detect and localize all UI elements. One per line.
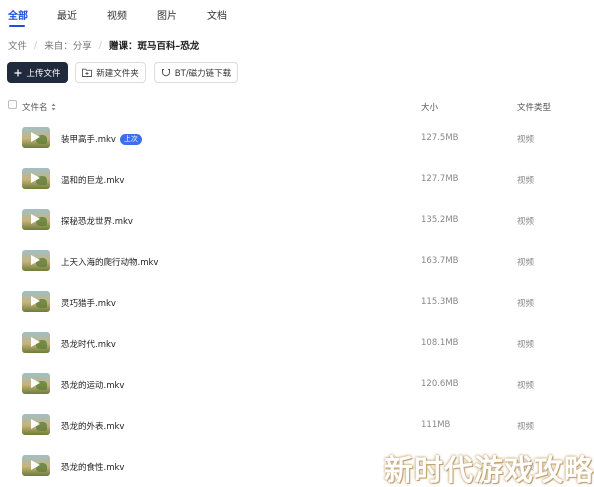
tab-all[interactable]: 全部 xyxy=(8,7,28,22)
file-size: 108.1MB xyxy=(421,338,459,348)
file-size: 111MB xyxy=(421,420,451,430)
play-icon xyxy=(31,378,40,388)
table-row[interactable]: 恐龙的运动.mkv 120.6MB 视频 xyxy=(0,364,594,404)
file-name-text: 恐龙的外表.mkv xyxy=(61,422,125,432)
file-name-text: 装甲高手.mkv xyxy=(61,135,116,145)
file-name[interactable]: 恐龙的食性.mkv xyxy=(61,461,124,473)
file-size: 127.7MB xyxy=(421,174,459,184)
file-name[interactable]: 装甲高手.mkv 上次 xyxy=(61,133,142,145)
column-header-size[interactable]: 大小 xyxy=(421,101,438,113)
file-type: 视频 xyxy=(517,422,535,432)
file-type: 视频 xyxy=(517,258,535,268)
file-type: 视频 xyxy=(517,135,535,145)
tab-image[interactable]: 图片 xyxy=(157,7,177,22)
file-size: 120.6MB xyxy=(421,379,459,389)
file-name-text: 恐龙时代.mkv xyxy=(61,340,116,350)
file-size: 163.7MB xyxy=(421,256,459,266)
video-thumbnail[interactable] xyxy=(22,455,50,476)
upload-button-label: 上传文件 xyxy=(26,68,61,79)
file-name-text: 恐龙的运动.mkv xyxy=(61,381,125,391)
magnet-icon xyxy=(161,68,171,77)
file-name[interactable]: 灵巧猎手.mkv xyxy=(61,297,116,309)
column-header-name[interactable]: 文件名 xyxy=(22,101,56,113)
video-thumbnail[interactable] xyxy=(22,209,50,230)
video-thumbnail[interactable] xyxy=(22,373,50,394)
tab-video[interactable]: 视频 xyxy=(107,7,127,22)
file-type: 视频 xyxy=(517,217,535,227)
video-thumbnail[interactable] xyxy=(22,127,50,148)
video-thumbnail[interactable] xyxy=(22,250,50,271)
file-size: 127.5MB xyxy=(421,133,459,143)
play-icon xyxy=(31,255,40,265)
select-all-checkbox[interactable] xyxy=(8,100,17,109)
tab-recent[interactable]: 最近 xyxy=(57,7,77,22)
video-thumbnail[interactable] xyxy=(22,414,50,435)
file-name-text: 恐龙的食性.mkv xyxy=(61,463,125,473)
play-icon xyxy=(31,460,40,470)
file-name-text: 灵巧猎手.mkv xyxy=(61,299,116,309)
file-size: 135.2MB xyxy=(421,215,459,225)
upload-button[interactable]: 上传文件 xyxy=(7,62,68,83)
table-row[interactable]: 灵巧猎手.mkv 115.3MB 视频 xyxy=(0,282,594,322)
file-type: 视频 xyxy=(517,299,535,309)
active-tab-indicator xyxy=(9,25,25,27)
plus-icon xyxy=(14,69,22,77)
new-folder-button[interactable]: 新建文件夹 xyxy=(75,62,146,83)
play-icon xyxy=(31,173,40,183)
file-name[interactable]: 温和的巨龙.mkv xyxy=(61,174,124,186)
sort-icon xyxy=(51,103,56,111)
table-row[interactable]: 温和的巨龙.mkv 127.7MB 视频 xyxy=(0,159,594,199)
table-row[interactable]: 恐龙时代.mkv 108.1MB 视频 xyxy=(0,323,594,363)
breadcrumb: 文件 / 来自：分享 / 赠课：斑马百科–恐龙 xyxy=(8,38,200,53)
breadcrumb-from[interactable]: 来自：分享 xyxy=(44,38,92,52)
file-type: 视频 xyxy=(517,381,535,391)
column-header-name-label: 文件名 xyxy=(22,103,48,113)
play-icon xyxy=(31,214,40,224)
folder-plus-icon xyxy=(82,68,93,77)
file-name-text: 温和的巨龙.mkv xyxy=(61,176,125,186)
file-name[interactable]: 恐龙的外表.mkv xyxy=(61,420,124,432)
play-icon xyxy=(31,296,40,306)
file-name[interactable]: 上天入海的爬行动物.mkv xyxy=(61,256,158,268)
watermark-text: 新时代游戏攻略 xyxy=(384,453,594,487)
bt-magnet-download-label: BT/磁力链下载 xyxy=(174,68,232,79)
breadcrumb-current: 赠课：斑马百科–恐龙 xyxy=(108,41,200,52)
play-icon xyxy=(31,337,40,347)
video-thumbnail[interactable] xyxy=(22,332,50,353)
file-name[interactable]: 探秘恐龙世界.mkv xyxy=(61,215,133,227)
table-row[interactable]: 恐龙的外表.mkv 111MB 视频 xyxy=(0,405,594,445)
play-icon xyxy=(31,132,40,142)
file-size: 115.3MB xyxy=(421,297,459,307)
table-row[interactable]: 上天入海的爬行动物.mkv 163.7MB 视频 xyxy=(0,241,594,281)
file-name-text: 上天入海的爬行动物.mkv xyxy=(61,258,159,268)
last-played-badge: 上次 xyxy=(119,133,142,145)
video-thumbnail[interactable] xyxy=(22,168,50,189)
bt-magnet-download-button[interactable]: BT/磁力链下载 xyxy=(154,62,238,83)
play-icon xyxy=(31,419,40,429)
breadcrumb-separator: / xyxy=(98,39,102,51)
file-name[interactable]: 恐龙时代.mkv xyxy=(61,338,116,350)
breadcrumb-root[interactable]: 文件 xyxy=(8,38,27,52)
table-row[interactable]: 探秘恐龙世界.mkv 135.2MB 视频 xyxy=(0,200,594,240)
new-folder-button-label: 新建文件夹 xyxy=(96,68,139,79)
file-type: 视频 xyxy=(517,176,535,186)
file-type: 视频 xyxy=(517,340,535,350)
file-name[interactable]: 恐龙的运动.mkv xyxy=(61,379,124,391)
video-thumbnail[interactable] xyxy=(22,291,50,312)
tab-document[interactable]: 文档 xyxy=(207,7,227,22)
table-row[interactable]: 装甲高手.mkv 上次 127.5MB 视频 xyxy=(0,118,594,158)
breadcrumb-separator: / xyxy=(34,39,38,51)
file-name-text: 探秘恐龙世界.mkv xyxy=(61,217,133,227)
column-header-type[interactable]: 文件类型 xyxy=(517,101,551,113)
